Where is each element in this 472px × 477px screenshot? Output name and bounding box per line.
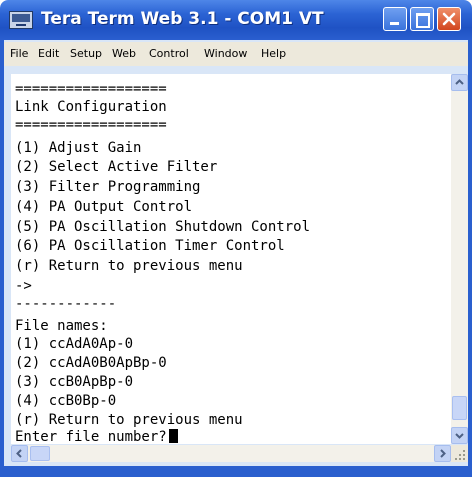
terminal-prompt-line: -> <box>15 278 32 294</box>
menu-window[interactable]: Window <box>204 47 247 60</box>
scroll-up-button[interactable] <box>451 74 468 91</box>
scroll-right-button[interactable] <box>434 445 451 462</box>
vertical-scrollbar[interactable] <box>451 74 468 444</box>
menu-file[interactable]: File <box>10 47 28 60</box>
terminal-screen[interactable]: ================== Link Configuration ==… <box>11 74 451 444</box>
maximize-button[interactable] <box>410 7 434 31</box>
terminal-line: (5) PA Oscillation Shutdown Control <box>15 219 311 235</box>
window-title: Tera Term Web 3.1 - COM1 VT <box>41 9 324 29</box>
terminal-line: (4) ccB0Bp-0 <box>15 393 117 409</box>
terminal-input-prompt: Enter file number? <box>15 429 167 444</box>
terminal-line: (2) ccAdA0B0ApBp-0 <box>15 355 167 371</box>
terminal-line: (r) Return to previous menu <box>15 412 243 428</box>
menu-edit[interactable]: Edit <box>38 47 59 60</box>
menu-help[interactable]: Help <box>261 47 286 60</box>
terminal-line: (6) PA Oscillation Timer Control <box>15 238 285 254</box>
terminal-line: ================== <box>15 81 167 97</box>
scroll-down-button[interactable] <box>451 427 468 444</box>
chevron-right-icon <box>440 449 446 458</box>
resize-grip[interactable] <box>451 445 468 462</box>
scroll-left-button[interactable] <box>11 445 28 462</box>
chevron-left-icon <box>16 449 22 458</box>
text-cursor <box>168 429 178 443</box>
close-button[interactable] <box>437 7 461 31</box>
close-icon <box>442 12 456 26</box>
horizontal-scrollbar[interactable] <box>11 445 451 462</box>
chevron-up-icon <box>455 79 464 85</box>
terminal-line: (1) Adjust Gain <box>15 140 142 156</box>
vertical-scroll-thumb[interactable] <box>452 396 467 420</box>
terminal-line: (3) Filter Programming <box>15 179 201 195</box>
menu-control[interactable]: Control <box>149 47 189 60</box>
window-frame-bottom <box>0 466 472 477</box>
terminal-line: Link Configuration <box>15 99 167 115</box>
terminal-input-line: Enter file number? <box>15 429 178 444</box>
terminal-line: (3) ccB0ApBp-0 <box>15 374 134 390</box>
chevron-down-icon <box>455 433 464 439</box>
terminal-line: (r) Return to previous menu <box>15 258 243 274</box>
terminal-line: (2) Select Active Filter <box>15 159 218 175</box>
terminal-app-icon[interactable] <box>9 11 33 29</box>
title-bar[interactable]: Tera Term Web 3.1 - COM1 VT <box>0 0 472 40</box>
terminal-line: (4) PA Output Control <box>15 199 193 215</box>
menu-bar: File Edit Setup Web Control Window Help <box>4 42 468 66</box>
terminal-window: Tera Term Web 3.1 - COM1 VT File Edit Se… <box>0 0 472 477</box>
terminal-line: File names: <box>15 318 108 334</box>
horizontal-scroll-thumb[interactable] <box>30 446 50 461</box>
terminal-line: ------------ <box>15 296 117 312</box>
window-frame-left <box>0 40 4 477</box>
minimize-button[interactable] <box>383 7 407 31</box>
menu-web[interactable]: Web <box>112 47 136 60</box>
window-frame-right <box>468 40 472 477</box>
terminal-line: (1) ccAdA0Ap-0 <box>15 336 134 352</box>
menu-setup[interactable]: Setup <box>70 47 102 60</box>
terminal-line: ================== <box>15 117 167 133</box>
